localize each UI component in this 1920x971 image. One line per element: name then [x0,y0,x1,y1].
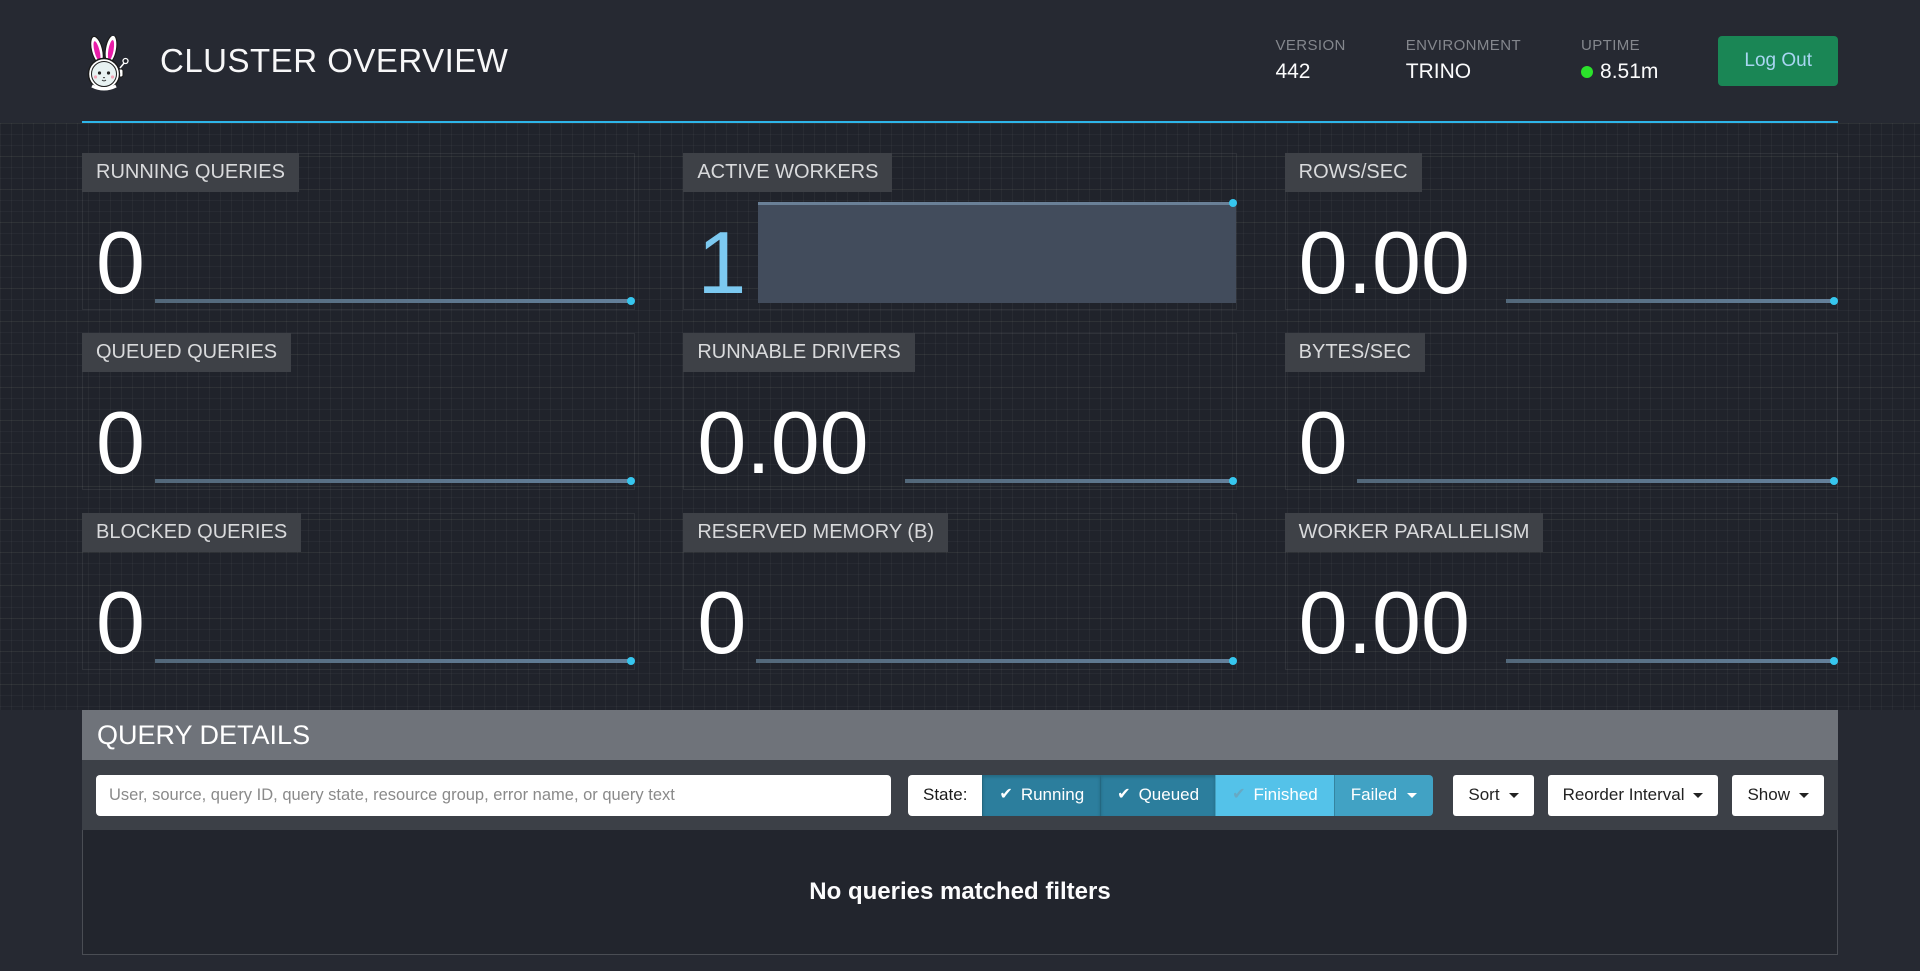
cluster-stats-section: RUNNING QUERIES 0 ACTIVE WORKERS 1 ROWS/… [0,123,1920,710]
query-details-section: QUERY DETAILS State: ✔ Running ✔ Queued … [82,710,1838,955]
stat-card-running-queries: RUNNING QUERIES 0 [82,153,635,310]
query-list-panel: No queries matched filters [82,830,1838,955]
sparkline [1357,479,1837,483]
sparkline-endpoint-dot-icon [627,477,635,485]
query-details-title: QUERY DETAILS [82,710,1838,760]
stat-label: ROWS/SEC [1285,153,1422,192]
page-title: CLUSTER OVERVIEW [160,42,508,80]
sparkline [1506,659,1837,663]
uptime-status-dot-icon [1581,66,1593,78]
environment-value: TRINO [1406,60,1521,84]
state-filter-failed-label: Failed [1351,785,1397,805]
stat-card-blocked-queries: BLOCKED QUERIES 0 [82,513,635,670]
stat-value: 0 [83,221,145,305]
stat-label: BYTES/SEC [1285,333,1425,372]
show-dropdown-button[interactable]: Show [1732,775,1824,816]
state-filter-group: State: ✔ Running ✔ Queued ✔ Finished Fai… [908,775,1433,816]
stat-label: BLOCKED QUERIES [82,513,301,552]
version-value: 442 [1275,60,1345,84]
sparkline [155,659,635,663]
stat-card-worker-parallelism: WORKER PARALLELISM 0.00 [1285,513,1838,670]
stat-card-active-workers: ACTIVE WORKERS 1 [683,153,1236,310]
state-filter-label: State: [908,775,982,816]
state-filter-running[interactable]: ✔ Running [982,775,1100,816]
app-header: CLUSTER OVERVIEW VERSION 442 ENVIRONMENT… [0,0,1920,123]
sparkline-endpoint-dot-icon [1830,657,1838,665]
stat-value: 0.00 [1286,581,1470,665]
stat-label: RUNNING QUERIES [82,153,299,192]
uptime-label: UPTIME [1581,37,1658,54]
sparkline-endpoint-dot-icon [1830,297,1838,305]
sparkline [155,479,635,483]
sparkline [756,659,1236,663]
stat-label: WORKER PARALLELISM [1285,513,1544,552]
sparkline-endpoint-dot-icon [1229,477,1237,485]
query-details-toolbar: State: ✔ Running ✔ Queued ✔ Finished Fai… [82,760,1838,830]
stat-card-bytes-per-sec: BYTES/SEC 0 [1285,333,1838,490]
state-filter-finished[interactable]: ✔ Finished [1215,775,1334,816]
sort-button-label: Sort [1468,785,1499,805]
sparkline-endpoint-dot-icon [627,297,635,305]
stat-card-runnable-drivers: RUNNABLE DRIVERS 0.00 [683,333,1236,490]
state-filter-finished-label: Finished [1253,785,1317,805]
check-icon: ✔ [1117,787,1130,803]
state-filter-running-label: Running [1021,785,1084,805]
reorder-interval-dropdown-button[interactable]: Reorder Interval [1548,775,1719,816]
stat-value: 0.00 [1286,221,1470,305]
environment-label: ENVIRONMENT [1406,37,1521,54]
sparkline-endpoint-dot-icon [1229,657,1237,665]
sparkline [155,299,635,303]
stat-label: RUNNABLE DRIVERS [683,333,914,372]
stat-value: 0 [684,581,746,665]
stat-label: RESERVED MEMORY (B) [683,513,948,552]
empty-state-message: No queries matched filters [83,878,1837,906]
caret-down-icon [1407,793,1417,798]
caret-down-icon [1693,793,1703,798]
stat-card-reserved-memory: RESERVED MEMORY (B) 0 [683,513,1236,670]
stat-card-rows-per-sec: ROWS/SEC 0.00 [1285,153,1838,310]
stat-value: 0 [83,401,145,485]
stat-value: 0 [83,581,145,665]
reorder-interval-button-label: Reorder Interval [1563,785,1685,805]
sparkline [1506,299,1837,303]
version-info: VERSION 442 [1275,37,1345,84]
sparkline-endpoint-dot-icon [1229,199,1237,207]
state-filter-failed-dropdown[interactable]: Failed [1334,775,1433,816]
state-filter-queued[interactable]: ✔ Queued [1100,775,1215,816]
show-button-label: Show [1747,785,1790,805]
trino-bunny-logo-icon [82,36,130,92]
stat-label: QUEUED QUERIES [82,333,291,372]
stat-value: 0 [1286,401,1348,485]
uptime-value: 8.51m [1600,60,1658,84]
sparkline-endpoint-dot-icon [627,657,635,665]
version-label: VERSION [1275,37,1345,54]
caret-down-icon [1799,793,1809,798]
stat-value: 1 [684,221,746,305]
stat-card-queued-queries: QUEUED QUERIES 0 [82,333,635,490]
area-chart [758,202,1235,303]
environment-info: ENVIRONMENT TRINO [1406,37,1521,84]
state-filter-queued-label: Queued [1139,785,1200,805]
sparkline [905,479,1236,483]
logout-button[interactable]: Log Out [1718,36,1838,86]
sparkline-endpoint-dot-icon [1830,477,1838,485]
query-search-input[interactable] [96,775,891,816]
uptime-info: UPTIME 8.51m [1581,37,1658,84]
caret-down-icon [1509,793,1519,798]
sort-dropdown-button[interactable]: Sort [1453,775,1533,816]
check-icon: ✔ [999,787,1012,803]
check-icon: ✔ [1232,787,1245,803]
stat-label: ACTIVE WORKERS [683,153,892,192]
stat-value: 0.00 [684,401,868,485]
